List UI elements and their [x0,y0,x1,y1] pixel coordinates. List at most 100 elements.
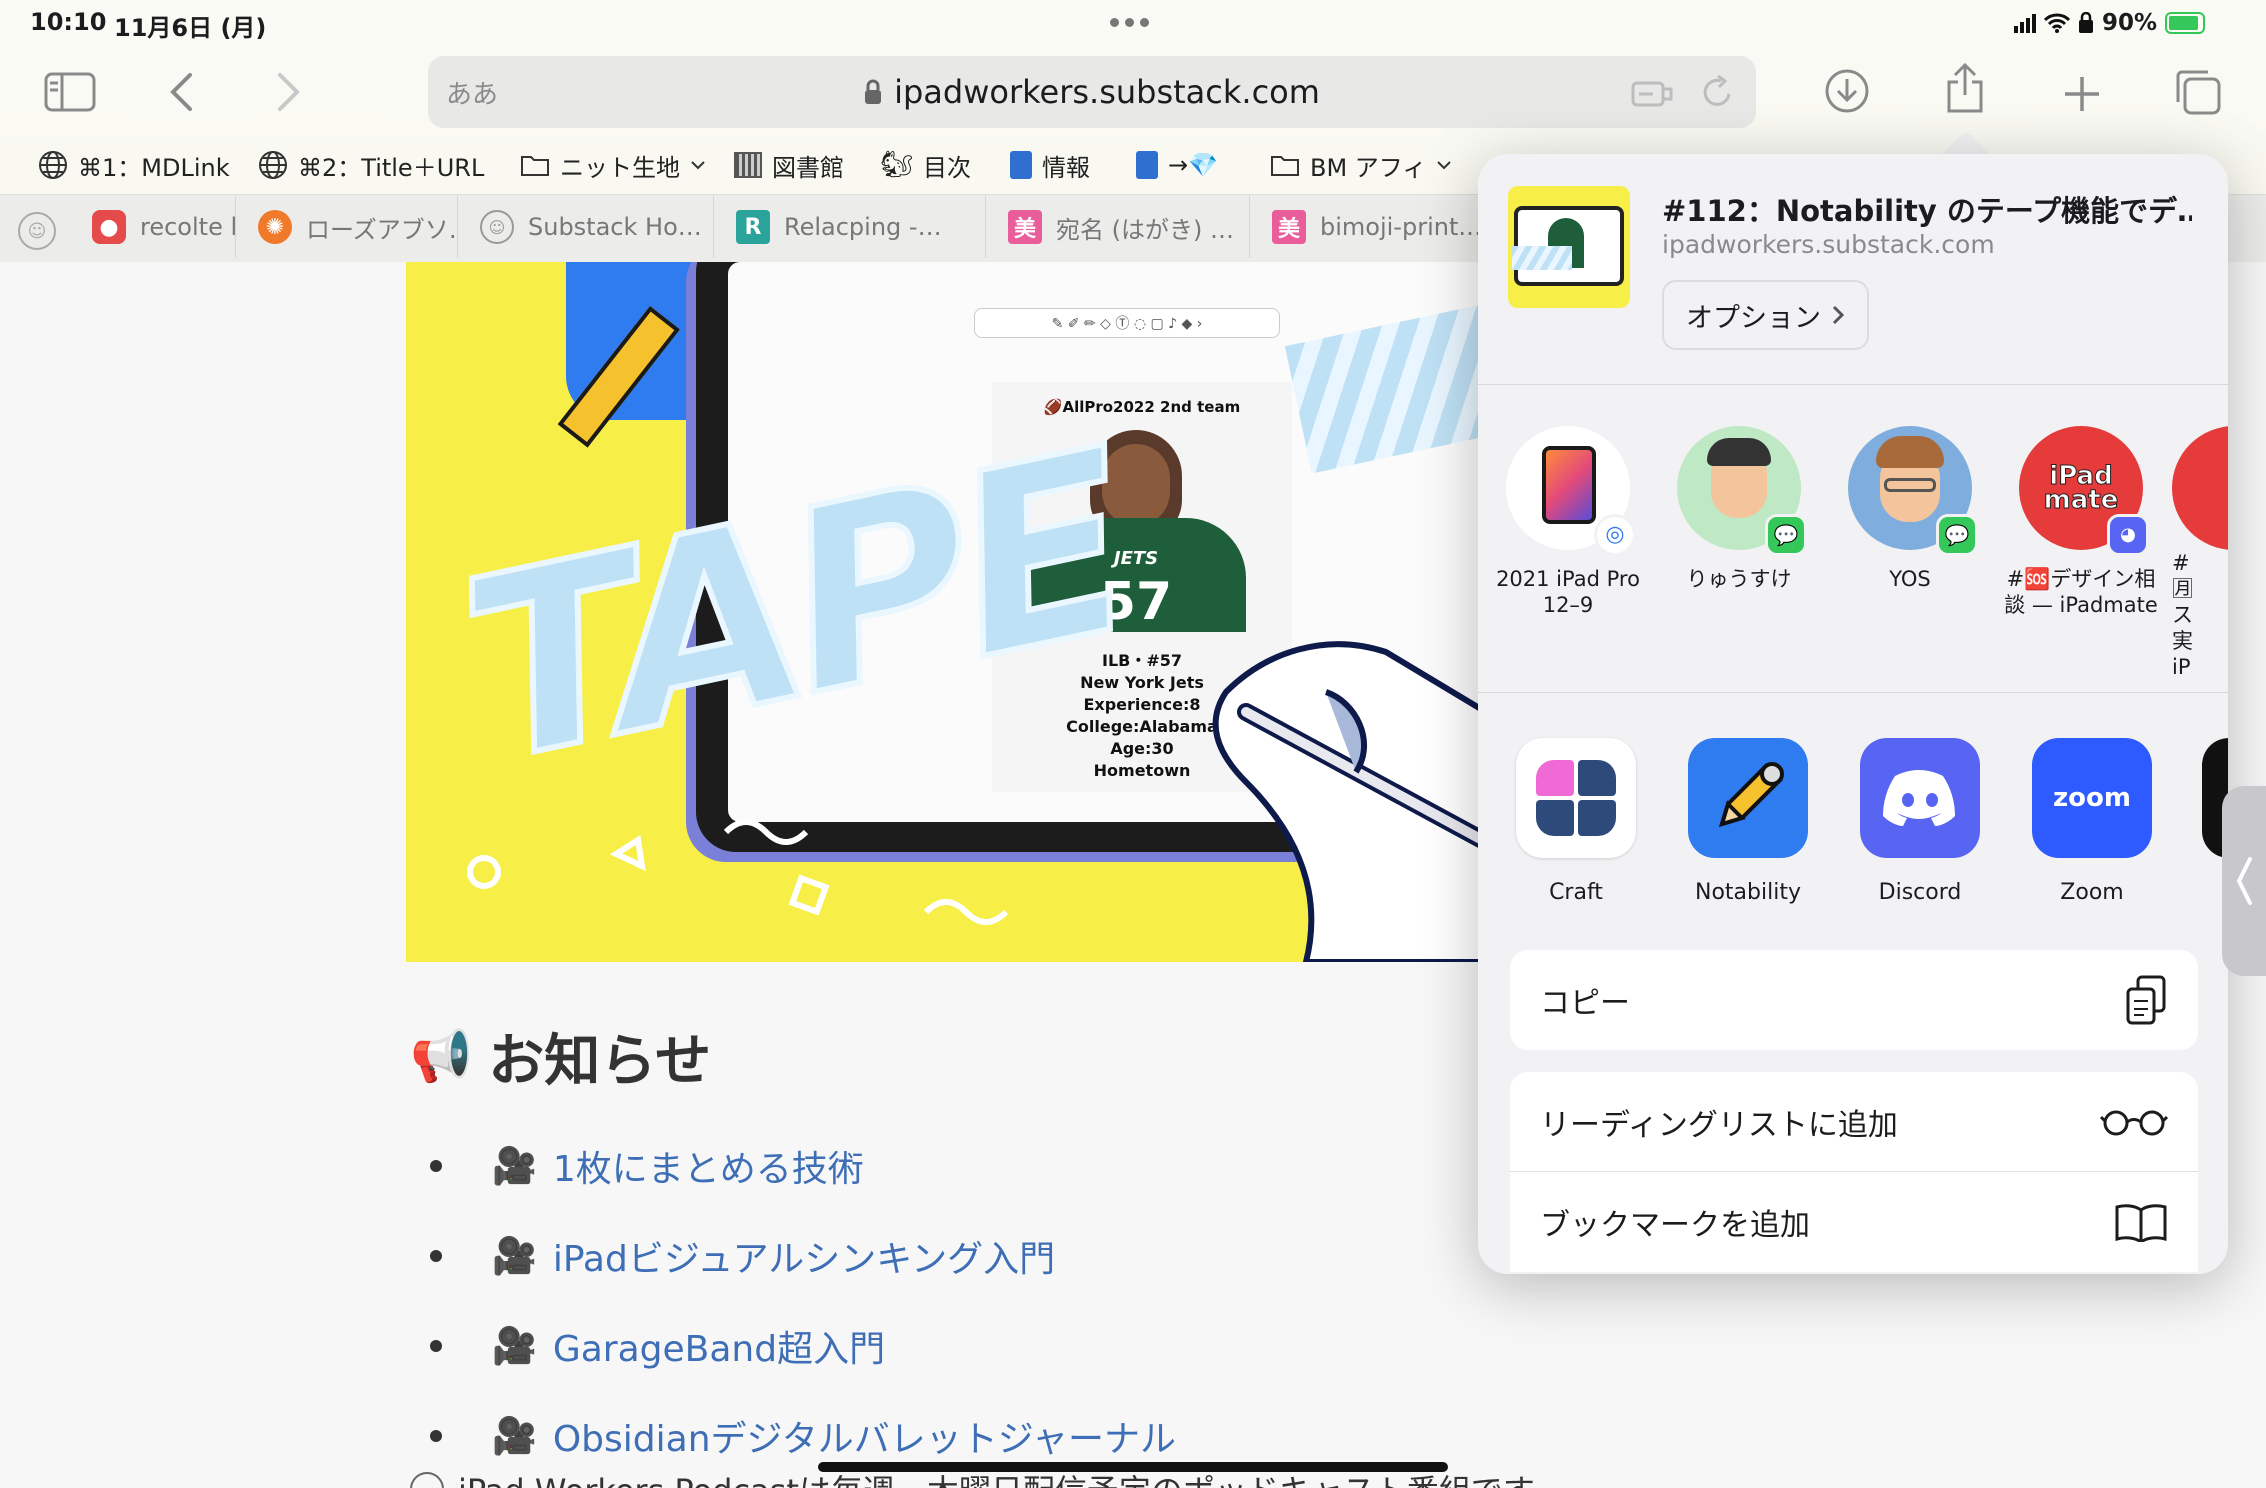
app-zoom[interactable]: zoom Zoom [2022,738,2162,905]
airdrop-target-ipad[interactable]: ◎ 2021 iPad Pro 12–9 [1488,426,1648,618]
contact-ryusuke[interactable]: 💬 りゅうすけ [1659,426,1819,592]
book-open-icon [2115,1204,2167,1242]
wifi-icon [2044,13,2070,33]
multitasking-dots[interactable] [1110,18,1149,27]
megaphone-icon: 📢 [410,1027,473,1085]
library-icon [734,152,762,178]
share-button[interactable] [1944,62,1986,114]
course-link[interactable]: iPadビジュアルシンキング入門 [553,1230,1055,1282]
globe-icon [39,151,67,179]
tab-group-icon[interactable]: ☺ [18,212,56,250]
divider [1478,692,2228,693]
app-notability[interactable]: Notability [1678,738,1818,905]
app-craft[interactable]: Craft [1506,738,1646,905]
share-preview-thumbnail [1508,186,1630,308]
bookmark-folder-affiliate[interactable]: BM アフィ [1270,140,1452,190]
ipadmate-logo-text: iPad mate [2043,461,2119,515]
contact-ipadmate[interactable]: iPad mate ◕ #🆘デザイン相談 — iPadmate [2001,426,2161,618]
avatar: 💬 [1848,426,1978,556]
contact-yos[interactable]: 💬 YOS [1830,426,1990,592]
divider [1478,384,2228,385]
tab-atena[interactable]: 美 宛名 (はがき) … [986,196,1250,258]
new-tab-button[interactable] [2062,74,2102,114]
book-icon [1136,151,1158,179]
back-button[interactable] [168,72,194,112]
reload-icon[interactable] [1700,74,1734,110]
r-favicon: R [736,210,770,244]
bookmark-contents[interactable]: 🐿 目次 [880,140,971,190]
action-copy[interactable]: コピー [1510,950,2198,1050]
avatar: ◎ [1506,426,1636,556]
course-link[interactable]: 1枚にまとめる技術 [553,1140,864,1192]
tab-recolte[interactable]: ● recolte l [70,196,236,258]
chevron-down-icon [691,161,705,170]
list-item: 🎥 GarageBand超入門 [430,1320,1176,1372]
tab-relacping[interactable]: R Relacping -… [714,196,986,258]
tab-substack[interactable]: ☺ Substack Ho… [458,196,714,258]
bookmark-library[interactable]: 図書館 [734,140,844,190]
glasses-icon [2100,1110,2168,1135]
avatar: 💬 [1677,426,1807,556]
url-text: ipadworkers.substack.com [894,73,1320,111]
options-button[interactable]: オプション [1662,280,1869,350]
avatar: iPad mate ◕ [2019,426,2149,556]
status-time: 10:10 [30,8,107,36]
bookmark-folder-knit[interactable]: ニット生地 [520,140,706,190]
forward-button[interactable] [276,72,302,112]
signal-icon [2014,13,2036,33]
orientation-lock-icon [2079,12,2093,33]
bookmark-label: →💎 [1168,151,1218,179]
chevron-right-icon [1832,305,1845,325]
chevron-down-icon [1437,161,1452,170]
bookmark-mdlink[interactable]: ⌘1：MDLink [38,140,230,190]
downloads-button[interactable] [1824,68,1870,114]
bookmark-info[interactable]: 情報 [1010,140,1090,190]
slide-over-handle[interactable] [2222,786,2266,976]
app-discord[interactable]: Discord [1850,738,1990,905]
bookmark-label: 図書館 [772,153,844,182]
video-camera-icon: 🎥 [492,1236,537,1277]
notability-icon [1688,738,1808,858]
folder-icon [1271,156,1299,176]
share-sheet: #112：Notability のテープ機能でデ… ipadworkers.su… [1478,154,2228,1274]
extension-icon[interactable] [1630,75,1676,109]
folder-icon [521,156,549,176]
tab-overview-button[interactable] [2174,68,2222,116]
address-bar[interactable]: ああ ipadworkers.substack.com [428,56,1756,128]
chevron-left-icon [170,73,192,111]
bookmark-label: 目次 [923,153,972,182]
share-title: #112：Notability のテープ機能でデ… [1662,194,2192,228]
circle-icon [410,1472,444,1488]
avatar [2172,426,2228,550]
drawing-toolbar: ✎ ✐ ✏ ◇ Ⓣ ◌ ▢ ♪ ◆ › [974,308,1280,338]
tab-rose[interactable]: ✺ ローズアブソ… [236,196,458,258]
globe-icon [259,151,287,179]
bookmark-title-url[interactable]: ⌘2：Title＋URL [258,140,484,190]
list-item: 🎥 1枚にまとめる技術 [430,1140,1176,1192]
airdrop-icon: ◎ [1594,514,1636,556]
share-domain: ipadworkers.substack.com [1662,230,1995,259]
list-item: 🎥 Obsidianデジタルバレットジャーナル [430,1410,1176,1462]
battery-icon [2165,12,2206,34]
camera-icon: ● [92,210,126,244]
hero-image: ✎ ✐ ✏ ◇ Ⓣ ◌ ▢ ♪ ◆ › 🏈AllPro2022 2nd team… [406,262,1478,962]
bookmark-label: ⌘2：Title＋URL [298,153,485,182]
bookmark-diamond[interactable]: →💎 [1136,140,1218,190]
plus-icon [2065,77,2099,111]
contact-partial[interactable]: # 🈷 ス 実 iP [2172,426,2228,680]
bookmark-label: ニット生地 [560,153,680,182]
sidebar-button[interactable] [44,72,96,112]
tab-bimoji[interactable]: 美 bimoji-print.… [1250,196,1480,258]
announcement-heading: 📢 お知らせ [410,1016,711,1097]
list-item: 🎥 iPadビジュアルシンキング入門 [430,1230,1176,1282]
course-link[interactable]: GarageBand超入門 [553,1320,885,1372]
sidebar-icon [44,72,96,112]
action-reading-list[interactable]: リーディングリストに追加 [1510,1072,2198,1172]
home-indicator[interactable] [818,1462,1448,1472]
course-link[interactable]: Obsidianデジタルバレットジャーナル [553,1410,1176,1462]
confetti-decoration [467,819,1380,935]
action-add-bookmark[interactable]: ブックマークを追加 [1510,1172,2198,1272]
discord-icon [1860,738,1980,858]
status-icons: 90% [2014,8,2206,38]
chevron-right-icon [278,73,300,111]
